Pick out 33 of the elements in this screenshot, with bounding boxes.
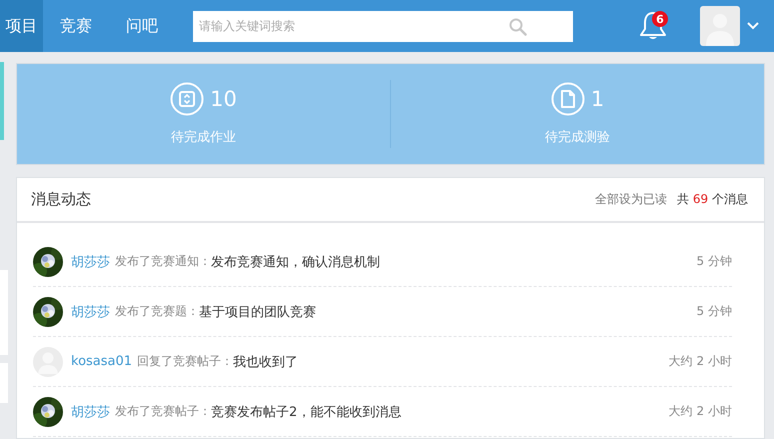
message-link[interactable]: 基于项目的团队竞赛 (199, 302, 697, 320)
action-text: 发布了竞赛通知： (115, 253, 211, 270)
search-icon[interactable] (509, 18, 527, 36)
user-link[interactable]: 胡莎莎 (71, 302, 110, 320)
notification-badge: 6 (652, 11, 668, 27)
action-text: 发布了竞赛帖子： (115, 403, 211, 420)
message-link[interactable]: 我也收到了 (233, 352, 669, 370)
stat-value: 10 (210, 87, 237, 111)
stat-label: 待完成测验 (545, 129, 610, 146)
stat-label: 待完成作业 (171, 129, 236, 146)
mark-all-read-link[interactable]: 全部设为已读 (595, 191, 668, 208)
user-link[interactable]: 胡莎莎 (71, 252, 110, 270)
message-time: 大约 2 小时 (668, 353, 732, 370)
chevron-down-icon[interactable] (746, 21, 760, 31)
sort-box-icon (170, 82, 204, 116)
stat-value: 1 (590, 87, 604, 111)
message-time: 5 分钟 (696, 303, 732, 320)
action-text: 发布了竞赛题： (115, 303, 199, 320)
message-time: 大约 2 小时 (668, 403, 732, 420)
user-link[interactable]: kosasa01 (71, 354, 132, 369)
message-link[interactable]: 发布竞赛通知，确认消息机制 (211, 252, 697, 270)
nav-tab[interactable]: 竞赛 (51, 0, 101, 52)
search-field[interactable]: 请输入关键词搜索 (193, 10, 573, 42)
nav-tab[interactable]: 问吧 (117, 0, 167, 52)
message-link[interactable]: 竞赛发布帖子2，能不能收到消息 (211, 402, 669, 420)
message-time: 5 分钟 (696, 253, 732, 270)
nav-tab[interactable]: 项目 (0, 0, 43, 52)
bell-icon[interactable] (639, 11, 667, 41)
action-text: 回复了竞赛帖子： (137, 353, 234, 370)
message-total: 共 69 个消息 (677, 191, 748, 208)
user-link[interactable]: 胡莎莎 (71, 402, 110, 420)
document-icon (550, 82, 585, 116)
card-title: 消息动态 (31, 190, 92, 209)
